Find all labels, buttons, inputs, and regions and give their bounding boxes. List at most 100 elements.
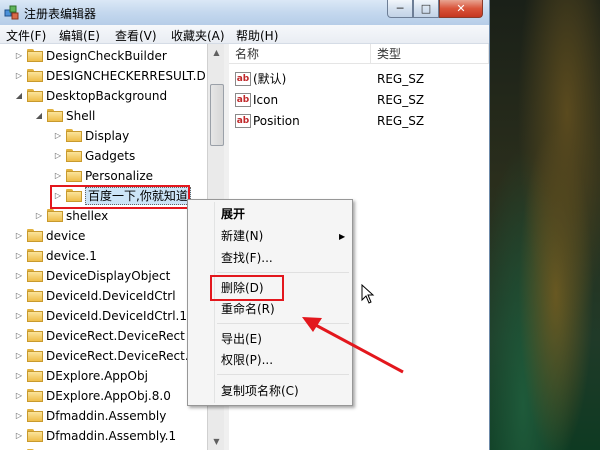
menu-help[interactable]: 帮助(H) <box>236 27 278 44</box>
window-title: 注册表编辑器 <box>24 7 97 21</box>
tree-item[interactable]: ▷ Personalize <box>0 166 207 186</box>
expand-arrow-icon[interactable]: ▷ <box>14 326 24 346</box>
expand-arrow-icon[interactable]: ▷ <box>14 346 24 366</box>
context-menu-gutter <box>214 202 215 403</box>
expand-arrow-icon[interactable]: ▷ <box>14 246 24 266</box>
key-tree-pane[interactable]: ▷ DesignCheckBuilder ▷ DESIGNCHECKERRESULT.… <box>0 44 208 450</box>
value-type: REG_SZ <box>377 72 425 86</box>
value-row[interactable]: ab Icon REG_SZ <box>229 90 489 111</box>
context-menu-separator <box>217 272 349 273</box>
expand-arrow-icon[interactable]: ▷ <box>14 46 24 66</box>
minimize-button[interactable]: ─ <box>387 0 413 18</box>
column-header-type[interactable]: 类型 <box>371 44 489 64</box>
tree-item[interactable]: ▷ <box>0 446 207 450</box>
context-menu-item[interactable]: 新建(N) <box>221 226 263 246</box>
tree-item-label: shellex <box>66 209 109 223</box>
expand-arrow-icon[interactable]: ▷ <box>14 306 24 326</box>
expand-arrow-icon[interactable]: ▷ <box>53 126 63 146</box>
value-type: REG_SZ <box>377 114 425 128</box>
context-menu-item[interactable]: 导出(E) <box>221 329 262 349</box>
menu-file[interactable]: 文件(F) <box>6 27 46 44</box>
tree-item[interactable]: ◢ Shell <box>0 106 207 126</box>
expand-arrow-icon[interactable]: ▷ <box>14 386 24 406</box>
menu-favorites[interactable]: 收藏夹(A) <box>171 27 225 44</box>
tree-item[interactable]: ▷ Gadgets <box>0 146 207 166</box>
tree-item-label: DeviceRect.DeviceRect.1 <box>46 349 197 363</box>
folder-icon <box>27 269 43 282</box>
tree-item[interactable]: ▷ Dfmaddin.Assembly.1 <box>0 426 207 446</box>
menu-edit[interactable]: 编辑(E) <box>59 27 100 44</box>
scroll-up-arrow-icon[interactable]: ▲ <box>208 44 225 61</box>
context-menu-separator <box>217 374 349 375</box>
folder-icon <box>27 429 43 442</box>
context-menu-item[interactable]: 重命名(R) <box>221 299 275 319</box>
expand-arrow-icon[interactable]: ▷ <box>14 66 24 86</box>
tree-item-label: DeviceRect.DeviceRect <box>46 329 185 343</box>
expand-arrow-icon[interactable]: ▷ <box>53 166 63 186</box>
red-highlight-box-delete <box>210 275 284 301</box>
folder-icon <box>27 329 43 342</box>
scroll-thumb[interactable] <box>210 84 224 146</box>
tree-item[interactable]: ▷ DeviceId.DeviceIdCtrl <box>0 286 207 306</box>
tree-item[interactable]: ◢ DesktopBackground <box>0 86 207 106</box>
close-button[interactable]: ✕ <box>439 0 483 18</box>
tree-item[interactable]: ▷ DesignCheckBuilder <box>0 46 207 66</box>
tree-item-label: device <box>46 229 86 243</box>
folder-icon <box>66 169 82 182</box>
folder-icon <box>27 369 43 382</box>
tree-item[interactable]: ▷ Display <box>0 126 207 146</box>
submenu-arrow-icon: ▶ <box>339 232 346 241</box>
tree-item-label: DeviceId.DeviceIdCtrl <box>46 289 176 303</box>
mouse-cursor-icon <box>361 284 375 304</box>
menu-view[interactable]: 查看(V) <box>115 27 157 44</box>
folder-icon <box>66 129 82 142</box>
tree-item[interactable]: ▷ device <box>0 226 207 246</box>
expand-arrow-icon[interactable]: ▷ <box>14 366 24 386</box>
tree-item-label: DeviceId.DeviceIdCtrl.1 <box>46 309 188 323</box>
expand-arrow-icon[interactable]: ▷ <box>34 206 44 226</box>
value-row[interactable]: ab (默认) REG_SZ <box>229 69 489 90</box>
tree-item-label: Shell <box>66 109 96 123</box>
ab-string-icon: ab <box>235 72 251 86</box>
context-menu-item[interactable]: 查找(F)... <box>221 248 273 268</box>
tree-item[interactable]: ▷ DeviceRect.DeviceRect <box>0 326 207 346</box>
tree-item[interactable]: ▷ DeviceRect.DeviceRect.1 <box>0 346 207 366</box>
tree-item[interactable]: ▷ DeviceId.DeviceIdCtrl.1 <box>0 306 207 326</box>
expand-arrow-icon[interactable]: ▷ <box>14 286 24 306</box>
collapse-arrow-icon[interactable]: ◢ <box>34 106 44 126</box>
tree-item-label: Display <box>85 129 130 143</box>
expand-arrow-icon[interactable]: ▷ <box>14 446 24 450</box>
collapse-arrow-icon[interactable]: ◢ <box>14 86 24 106</box>
tree-item[interactable]: ▷ shellex <box>0 206 207 226</box>
tree-item[interactable]: ▷ device.1 <box>0 246 207 266</box>
folder-icon <box>27 349 43 362</box>
folder-icon <box>27 409 43 422</box>
tree-item-label: Dfmaddin.Assembly.1 <box>46 429 177 443</box>
context-menu-item[interactable]: 复制项名称(C) <box>221 381 299 401</box>
registry-editor-app-icon <box>4 5 19 20</box>
tree-item[interactable]: ▷ Dfmaddin.Assembly <box>0 406 207 426</box>
tree-item[interactable]: ▷ DeviceDisplayObject <box>0 266 207 286</box>
folder-icon <box>27 249 43 262</box>
tree-item[interactable]: ▷ DExplore.AppObj.8.0 <box>0 386 207 406</box>
context-menu-item[interactable]: 权限(P)... <box>221 350 273 370</box>
expand-arrow-icon[interactable]: ▷ <box>14 226 24 246</box>
ab-string-icon: ab <box>235 114 251 128</box>
context-menu-item[interactable]: 展开 <box>221 204 245 224</box>
tree-item[interactable]: ▷ DExplore.AppObj <box>0 366 207 386</box>
tree-item-label: DExplore.AppObj.8.0 <box>46 389 171 403</box>
title-bar[interactable]: 注册表编辑器 ─ □ ✕ <box>0 0 489 25</box>
expand-arrow-icon[interactable]: ▷ <box>14 406 24 426</box>
tree-item-label: Gadgets <box>85 149 136 163</box>
column-header-name[interactable]: 名称 <box>229 44 371 64</box>
scroll-down-arrow-icon[interactable]: ▼ <box>208 433 225 450</box>
value-type: REG_SZ <box>377 93 425 107</box>
expand-arrow-icon[interactable]: ▷ <box>53 146 63 166</box>
expand-arrow-icon[interactable]: ▷ <box>14 426 24 446</box>
tree-item-label: DesignCheckBuilder <box>46 49 167 63</box>
tree-item[interactable]: ▷ DESIGNCHECKERRESULT.D <box>0 66 207 86</box>
folder-icon <box>27 289 43 302</box>
value-row[interactable]: ab Position REG_SZ <box>229 111 489 132</box>
maximize-button[interactable]: □ <box>413 0 439 18</box>
expand-arrow-icon[interactable]: ▷ <box>14 266 24 286</box>
